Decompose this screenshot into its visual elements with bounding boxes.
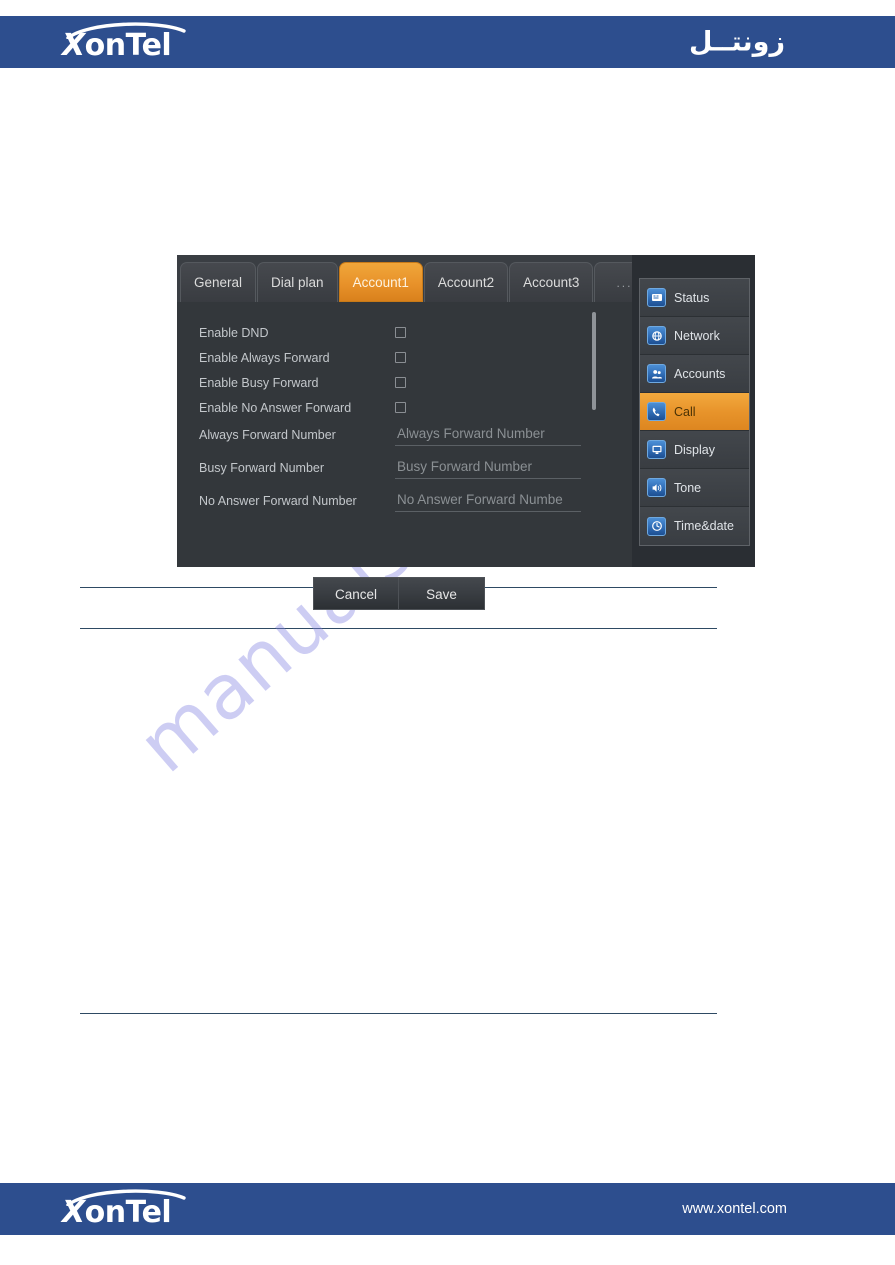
input-busy-forward-number[interactable] <box>395 456 581 479</box>
dialog-button-row: Cancel Save <box>313 577 485 610</box>
row-no-answer-forward-number: No Answer Forward Number <box>177 488 632 513</box>
menu-item-time-and-date[interactable]: Time&date <box>640 507 749 545</box>
label-no-answer-forward-number: No Answer Forward Number <box>199 493 357 508</box>
row-enable-no-answer-forward: Enable No Answer Forward <box>177 395 632 420</box>
label-enable-no-answer-forward: Enable No Answer Forward <box>199 400 352 415</box>
logo-x-glyph-footer: X <box>62 1195 85 1230</box>
menu-item-tone-label: Tone <box>674 480 702 495</box>
menu-item-network[interactable]: Network <box>640 317 749 355</box>
label-enable-busy-forward: Enable Busy Forward <box>199 375 319 390</box>
save-button[interactable]: Save <box>399 577 485 610</box>
menu-item-tone[interactable]: Tone <box>640 469 749 507</box>
settings-side-menu: Status Network Accounts Call Display Ton… <box>632 255 755 567</box>
checkbox-enable-busy-forward[interactable] <box>395 377 406 388</box>
menu-item-display[interactable]: Display <box>640 431 749 469</box>
menu-item-call[interactable]: Call <box>640 393 749 431</box>
checkbox-enable-dnd[interactable] <box>395 327 406 338</box>
arabic-brand-text: زونتــل <box>688 26 785 58</box>
label-enable-dnd: Enable DND <box>199 325 269 340</box>
settings-menu-list: Status Network Accounts Call Display Ton… <box>639 278 750 546</box>
logo-wordmark: XonTel <box>62 30 212 62</box>
logo-rest-glyph: onTel <box>84 28 172 63</box>
call-forward-form: Enable DND Enable Always Forward Enable … <box>177 302 632 610</box>
section-divider-bottom <box>80 1013 717 1014</box>
label-busy-forward-number: Busy Forward Number <box>199 460 325 475</box>
page-header: XonTel زونتــل <box>0 16 895 68</box>
row-enable-dnd: Enable DND <box>177 320 632 345</box>
checkbox-enable-always-forward[interactable] <box>395 352 406 363</box>
tab-dial-plan[interactable]: Dial plan <box>257 262 338 302</box>
logo-wordmark-footer: XonTel <box>62 1197 212 1229</box>
row-enable-busy-forward: Enable Busy Forward <box>177 370 632 395</box>
clock-icon <box>647 516 666 536</box>
monitor-icon <box>647 440 666 459</box>
label-enable-always-forward: Enable Always Forward <box>199 350 330 365</box>
tab-account3[interactable]: Account3 <box>509 262 594 302</box>
speaker-icon <box>647 478 666 497</box>
logo-x-glyph: X <box>62 28 85 63</box>
page-footer: XonTel www.xontel.com <box>0 1183 895 1235</box>
tab-general[interactable]: General <box>180 262 257 302</box>
row-busy-forward-number: Busy Forward Number <box>177 455 632 480</box>
logo-rest-glyph-footer: onTel <box>84 1195 172 1230</box>
settings-tab-strip: General Dial plan Account1 Account2 Acco… <box>177 255 655 302</box>
section-divider-middle <box>80 628 717 629</box>
users-icon <box>647 364 666 383</box>
tab-account1[interactable]: Account1 <box>338 262 423 302</box>
xontel-logo-footer: XonTel <box>62 1187 212 1231</box>
row-enable-always-forward: Enable Always Forward <box>177 345 632 370</box>
row-always-forward-number: Always Forward Number <box>177 422 632 447</box>
menu-item-display-label: Display <box>674 442 715 457</box>
phone-icon <box>647 402 666 421</box>
menu-item-call-label: Call <box>674 404 696 419</box>
menu-item-accounts[interactable]: Accounts <box>640 355 749 393</box>
cancel-button[interactable]: Cancel <box>313 577 399 610</box>
checkbox-enable-no-answer-forward[interactable] <box>395 402 406 413</box>
input-always-forward-number[interactable] <box>395 423 581 446</box>
label-always-forward-number: Always Forward Number <box>199 427 336 442</box>
menu-item-status[interactable]: Status <box>640 279 749 317</box>
menu-item-network-label: Network <box>674 328 720 343</box>
globe-icon <box>647 326 666 345</box>
tab-account2[interactable]: Account2 <box>423 262 509 302</box>
device-settings-screenshot: General Dial plan Account1 Account2 Acco… <box>177 255 755 610</box>
menu-item-accounts-label: Accounts <box>674 366 726 381</box>
menu-item-time-and-date-label: Time&date <box>674 519 734 533</box>
xontel-logo-header: XonTel <box>62 20 212 64</box>
input-no-answer-forward-number[interactable] <box>395 489 581 512</box>
screen-icon <box>647 288 666 307</box>
footer-website-url: www.xontel.com <box>682 1201 787 1217</box>
menu-item-status-label: Status <box>674 290 710 305</box>
